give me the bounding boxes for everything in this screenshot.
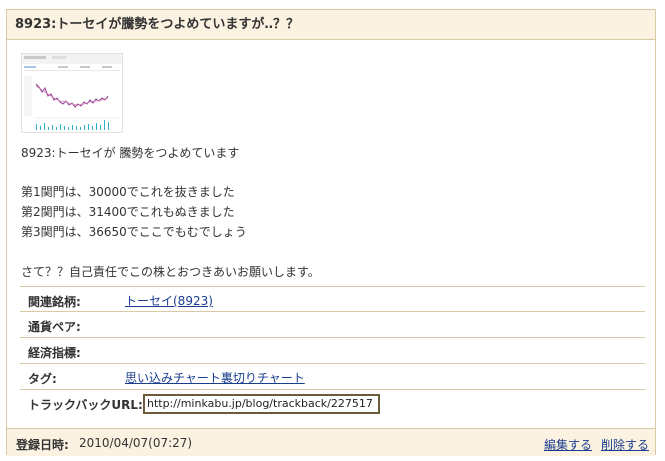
edit-link[interactable]: 編集する (544, 436, 592, 453)
meta-row-tags: タグ: 思い込みチャート裏切りチャート (20, 363, 645, 388)
tags-value: 思い込みチャート裏切りチャート (125, 369, 305, 386)
related-stock-label: 関連銘柄: (28, 295, 81, 309)
registered-date-value: 2010/04/07(07:27) (79, 436, 193, 450)
meta-row-related-stock: 関連銘柄: トーセイ(8923) (20, 286, 645, 311)
currency-pair-label: 通貨ペア: (28, 320, 81, 334)
tags-label: タグ: (28, 372, 57, 386)
entry-body-line-4: 第3関門は、36650でここでもむでしょう (21, 225, 247, 239)
delete-link[interactable]: 削除する (601, 436, 649, 453)
meta-row-trackback: トラックバックURL: http://minkabu.jp/blog/track… (20, 389, 645, 419)
entry-body-line-2: 第1関門は、30000でこれを抜きました (21, 185, 235, 199)
meta-row-economic-indicator: 経済指標: (20, 337, 645, 362)
economic-indicator-label: 経済指標: (28, 346, 81, 360)
entry-body-line-3: 第2関門は、31400でこれもぬきました (21, 205, 235, 219)
registered-date-label: 登録日時: (16, 438, 69, 452)
related-stock-value: トーセイ(8923) (125, 292, 213, 309)
trackback-url-field[interactable]: http://minkabu.jp/blog/trackback/227517 (143, 394, 380, 414)
entry-body-line-5: さて？？自己責任でこの株とおつきあいお願いします。 (21, 265, 320, 279)
entry-title: 8923:トーセイが騰勢をつよめていますが‥？？ (7, 10, 655, 40)
entry-footer: 登録日時: 2010/04/07(07:27) 編集する 削除する (7, 428, 655, 456)
meta-row-currency-pair: 通貨ペア: (20, 311, 645, 336)
tag-link[interactable]: 思い込みチャート裏切りチャート (125, 371, 305, 385)
chart-thumbnail-graphic (22, 54, 122, 130)
trackback-url-label: トラックバックURL: (28, 398, 143, 412)
related-stock-link[interactable]: トーセイ(8923) (125, 294, 213, 308)
blog-entry-panel: 8923:トーセイが騰勢をつよめていますが‥？？ 8923:トーセイが 騰勢をつ… (6, 9, 656, 456)
stock-chart-thumbnail[interactable] (21, 53, 123, 133)
entry-body-line-1: 8923:トーセイが 騰勢をつよめています (21, 146, 240, 160)
